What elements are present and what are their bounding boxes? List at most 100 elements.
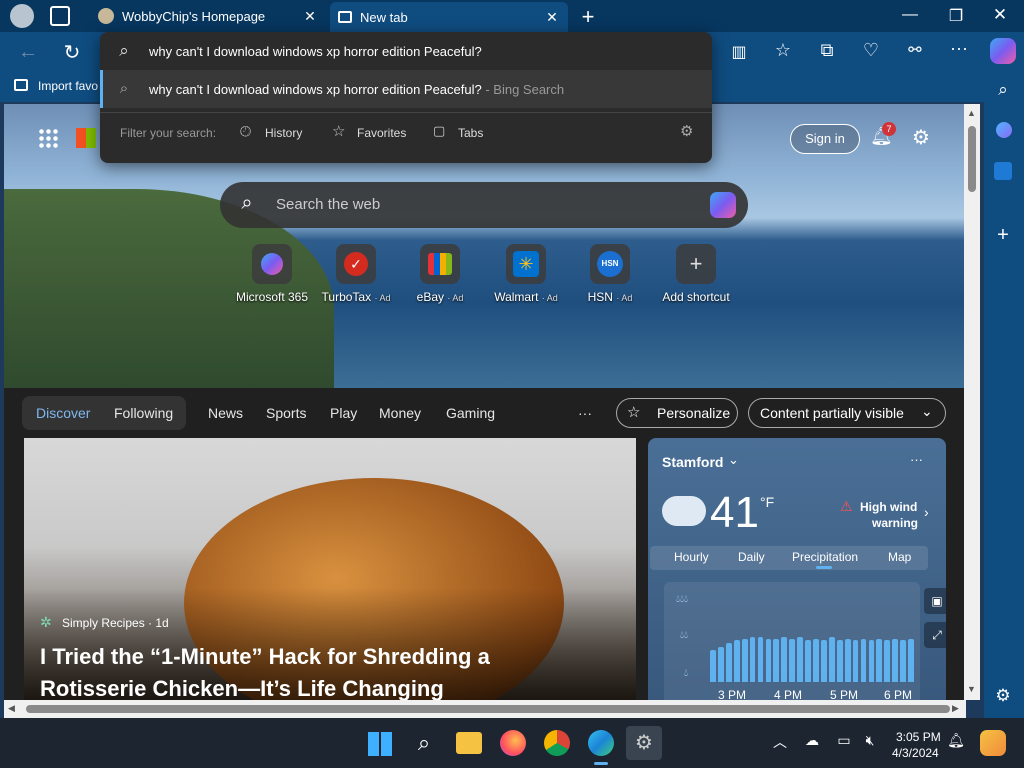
article-source: Simply Recipes · 1d (62, 616, 169, 630)
scroll-left-icon[interactable]: ◀ (8, 703, 15, 714)
scroll-thumb[interactable] (968, 126, 976, 192)
sign-in-button[interactable]: Sign in (790, 124, 860, 154)
temperature-unit[interactable]: °F (760, 494, 774, 510)
volume-muted-icon[interactable]: 🔇︎ (860, 732, 880, 749)
image-view-icon[interactable]: ▣ (924, 588, 946, 614)
alert-line1[interactable]: High wind (860, 500, 917, 514)
more-tabs-button[interactable]: ··· (578, 405, 592, 421)
filter-tabs[interactable]: Tabs (458, 126, 483, 140)
weather-tab-precipitation[interactable]: Precipitation (792, 550, 858, 564)
display-icon[interactable]: ▭ (834, 732, 854, 749)
address-input[interactable]: why can't I download windows xp horror e… (149, 44, 482, 59)
suggestion-row[interactable]: ⌕ why can't I download windows xp horror… (100, 70, 712, 108)
add-shortcut-button[interactable]: + Add shortcut (656, 244, 736, 304)
notification-badge: 7 (882, 122, 896, 136)
file-explorer-icon[interactable] (456, 732, 482, 754)
copilot-icon[interactable] (990, 38, 1016, 64)
start-icon[interactable] (368, 732, 392, 756)
firefox-icon[interactable] (500, 730, 526, 756)
copilot-icon[interactable] (710, 192, 736, 218)
weather-card[interactable]: Stamford ⌄ ··· 41 °F ⚠ High wind warning… (648, 438, 946, 700)
tab-wobbychip[interactable]: WobbyChip's Homepage ✕ (90, 2, 326, 30)
expand-icon[interactable]: ⤢ (924, 622, 946, 648)
more-menu-icon[interactable]: ··· (948, 38, 970, 59)
tab-play[interactable]: Play (330, 405, 357, 421)
collections-icon[interactable]: ⧉ (816, 40, 838, 61)
article-card[interactable]: ✲ Simply Recipes · 1d I Tried the “1-Min… (24, 438, 636, 700)
shortcut-walmart[interactable]: ✳ Walmart · Ad (486, 244, 566, 304)
tab-gaming[interactable]: Gaming (446, 405, 495, 421)
close-icon[interactable]: ✕ (302, 8, 318, 25)
add-app-icon[interactable]: + (992, 224, 1014, 247)
precipitation-bar (868, 640, 875, 682)
sidebar-settings-icon[interactable]: ⚙ (992, 686, 1014, 706)
ad-badge: · Ad (616, 293, 633, 303)
restore-icon[interactable]: ❐ (946, 6, 966, 26)
window-close-icon[interactable]: ✕ (990, 5, 1010, 25)
precipitation-bar (797, 637, 804, 682)
scroll-right-icon[interactable]: ▶ (952, 703, 959, 714)
temperature-value: 41 (710, 488, 759, 537)
precipitation-bar (884, 640, 891, 682)
search-icon[interactable]: ⌕ (412, 730, 436, 756)
back-arrow-icon[interactable]: ← (16, 41, 40, 64)
tab-actions-icon[interactable] (50, 6, 70, 26)
shortcut-microsoft-365[interactable]: Microsoft 365 (232, 244, 312, 304)
app-launcher-icon[interactable] (38, 128, 58, 148)
copilot-sidebar-icon[interactable] (996, 122, 1012, 138)
weather-tab-hourly[interactable]: Hourly (674, 550, 709, 564)
browser-essentials-icon[interactable]: ♡ (860, 40, 882, 61)
filter-history[interactable]: History (265, 126, 302, 140)
refresh-icon[interactable]: ↻ (60, 40, 84, 65)
chrome-icon[interactable] (544, 730, 570, 756)
alert-line2[interactable]: warning (872, 516, 918, 530)
vertical-scrollbar[interactable]: ▲ ▼ (964, 104, 980, 700)
close-icon[interactable]: ✕ (544, 9, 560, 26)
personalize-button[interactable]: ☆ Personalize (616, 398, 738, 428)
scroll-thumb[interactable] (26, 705, 950, 713)
weather-tab-daily[interactable]: Daily (738, 550, 765, 564)
import-favorites-link[interactable]: Import favo (38, 79, 98, 93)
horizontal-scrollbar[interactable]: ◀ ▶ (4, 700, 966, 718)
filter-settings-icon[interactable]: ⚙ (680, 122, 693, 140)
filter-favorites[interactable]: Favorites (357, 126, 406, 140)
weather-more-icon[interactable]: ··· (910, 452, 923, 467)
tab-discover[interactable]: Discover (36, 405, 90, 421)
active-tab-indicator (816, 566, 832, 569)
history-icon: 🕘︎ (240, 123, 252, 139)
copilot-preview-icon[interactable] (980, 730, 1006, 756)
clock-time[interactable]: 3:05 PM (896, 730, 941, 744)
weather-city[interactable]: Stamford (662, 454, 723, 470)
shortcut-turbotax[interactable]: ✓ TurboTax · Ad (316, 244, 396, 304)
search-icon[interactable]: ⌕ (992, 80, 1014, 100)
tab-news[interactable]: News (208, 405, 243, 421)
split-screen-icon[interactable]: ▥ (728, 42, 750, 62)
extensions-icon[interactable]: ⚯ (904, 40, 926, 60)
chevron-right-icon[interactable]: › (924, 504, 929, 520)
favorites-star-icon[interactable]: ☆ (772, 40, 794, 61)
tab-following[interactable]: Following (114, 405, 173, 421)
tab-sports[interactable]: Sports (266, 405, 306, 421)
minimize-icon[interactable]: — (900, 6, 920, 24)
shortcut-hsn[interactable]: HSN HSN · Ad (570, 244, 650, 304)
notification-bell-icon[interactable]: 🔔︎ (946, 732, 966, 749)
time-label: 3 PM (718, 688, 747, 700)
scroll-up-icon[interactable]: ▲ (967, 108, 976, 118)
clock-date[interactable]: 4/3/2024 (892, 746, 939, 760)
outlook-icon[interactable] (994, 162, 1012, 180)
search-box[interactable]: ⌕ Search the web (220, 182, 748, 228)
chevron-down-icon[interactable]: ⌄ (728, 452, 739, 468)
content-visibility-dropdown[interactable]: Content partially visible ⌄ (748, 398, 946, 428)
page-settings-icon[interactable]: ⚙ (910, 125, 932, 150)
settings-app-icon[interactable]: ⚙ (626, 726, 662, 760)
profile-avatar[interactable] (10, 4, 34, 28)
scroll-down-icon[interactable]: ▼ (967, 684, 976, 694)
shortcut-ebay[interactable]: eBay · Ad (400, 244, 480, 304)
tab-money[interactable]: Money (379, 405, 421, 421)
edge-icon[interactable] (588, 730, 614, 756)
chevron-up-icon[interactable]: ︿ (770, 732, 790, 752)
new-tab-icon[interactable]: + (578, 4, 598, 30)
network-off-icon[interactable]: ☁ (802, 732, 822, 749)
weather-tab-map[interactable]: Map (888, 550, 911, 564)
tab-new-tab[interactable]: New tab ✕ (330, 2, 568, 32)
